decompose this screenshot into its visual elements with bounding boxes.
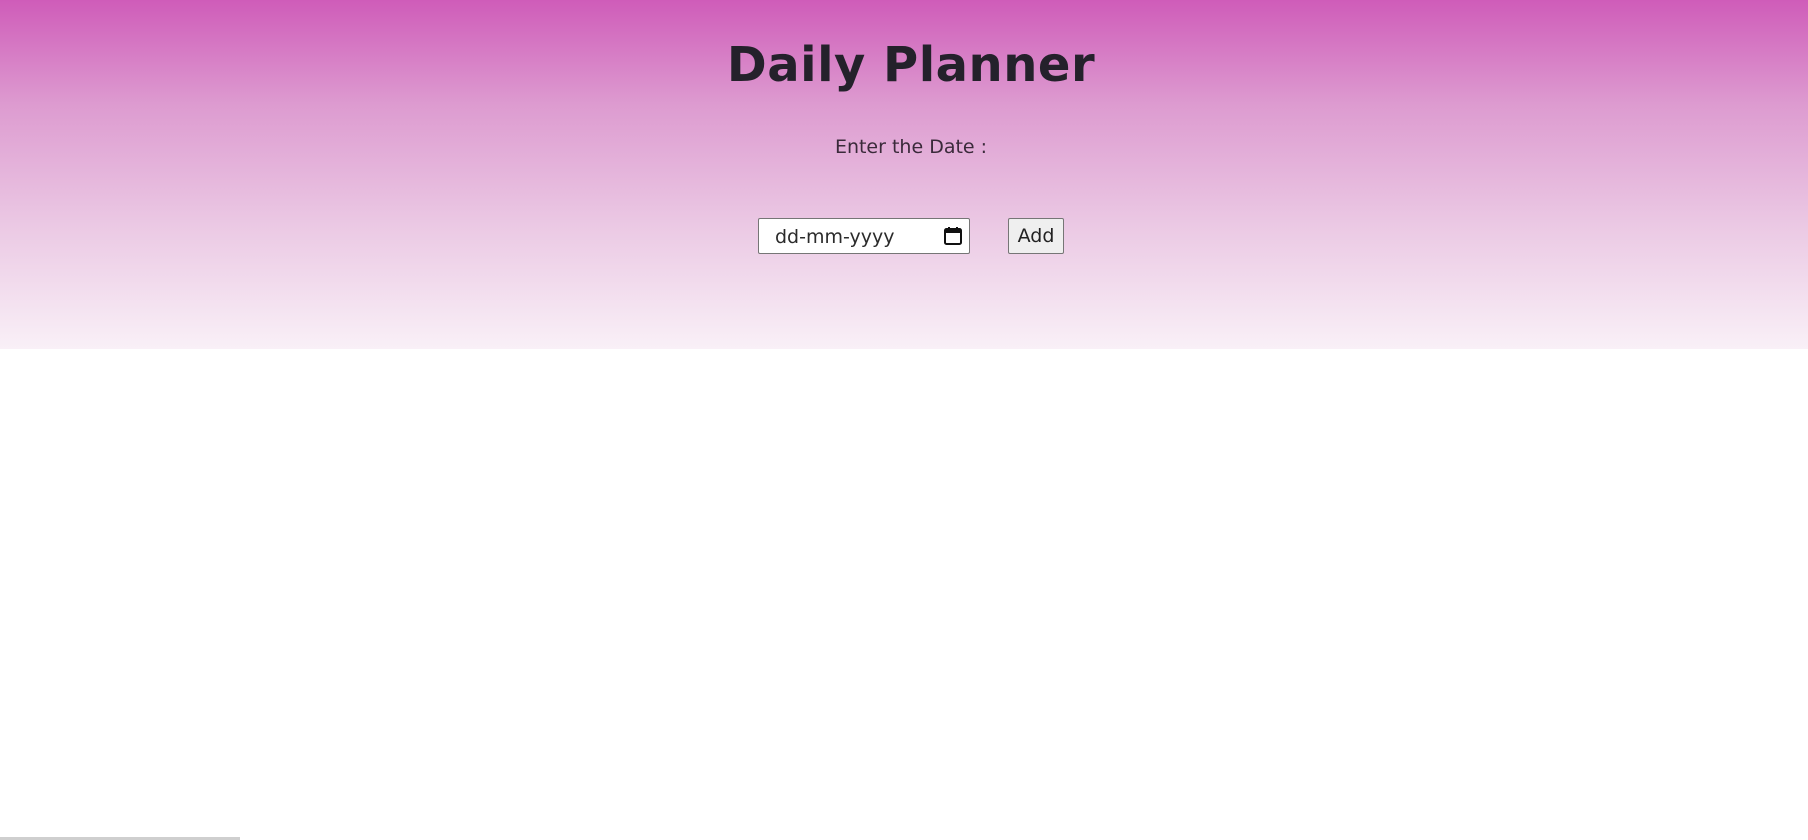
date-input-placeholder: dd-mm-yyyy: [775, 226, 895, 248]
calendar-icon[interactable]: [943, 226, 963, 246]
header-banner: Daily Planner Enter the Date : dd-mm-yyy…: [0, 0, 1808, 349]
add-button[interactable]: Add: [1008, 218, 1064, 254]
date-label: Enter the Date :: [834, 136, 988, 158]
page-title: Daily Planner: [726, 37, 1096, 93]
date-input[interactable]: dd-mm-yyyy: [758, 218, 970, 254]
